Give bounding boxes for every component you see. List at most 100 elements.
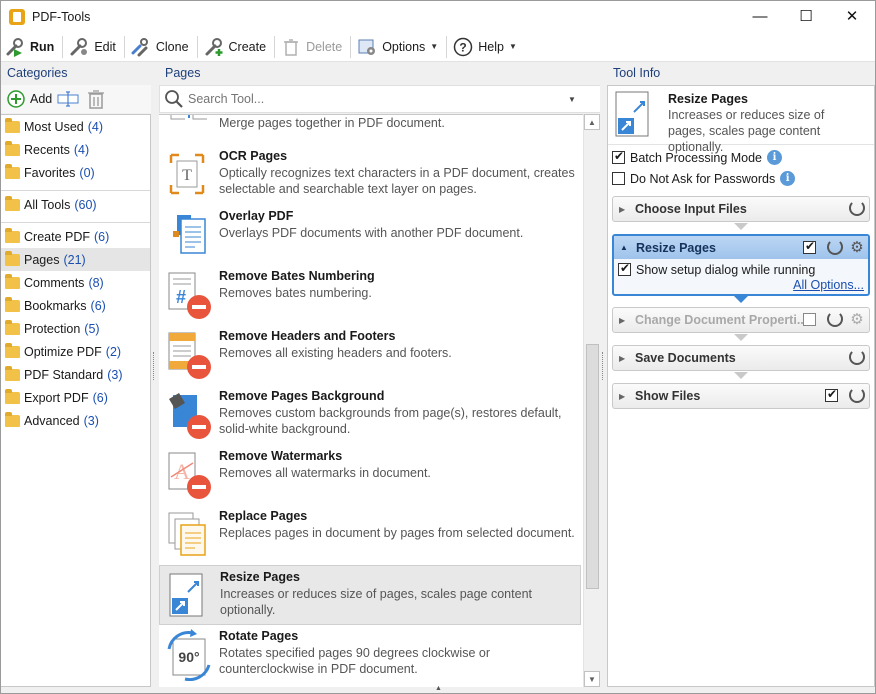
replace-pages-icon (163, 509, 215, 561)
expand-arrow-icon[interactable]: ▶ (619, 354, 629, 363)
category-pages[interactable]: Pages (21) (1, 248, 150, 271)
step-change-document-properties[interactable]: ▶ Change Document Properti... ⚙ (612, 307, 870, 333)
search-input[interactable] (188, 92, 568, 106)
category-count: (6) (90, 298, 106, 313)
rename-icon[interactable] (57, 90, 79, 108)
clone-button[interactable]: Clone (127, 34, 195, 60)
close-button[interactable]: ✕ (829, 1, 875, 31)
maximize-button[interactable]: ☐ (783, 1, 829, 31)
category-recents[interactable]: Recents (4) (1, 138, 150, 161)
add-category-button[interactable]: Add (7, 90, 52, 108)
edit-button[interactable]: Edit (65, 34, 122, 60)
list-item-resize-pages[interactable]: Resize Pages Increases or reduces size o… (159, 565, 581, 625)
step-connector (734, 223, 748, 230)
collapse-arrow-icon[interactable]: ▲ (620, 243, 630, 252)
scrollbar-thumb[interactable] (586, 344, 599, 589)
list-item-remove-watermarks[interactable]: A Remove Watermarks Removes all watermar… (159, 445, 581, 505)
right-splitter[interactable] (600, 62, 607, 687)
category-count: (0) (79, 165, 95, 180)
scroll-up-arrow-icon[interactable]: ▲ (584, 114, 600, 130)
step-save-documents[interactable]: ▶ Save Documents (612, 345, 870, 371)
tools-scrollbar[interactable]: ▲ ▼ (583, 114, 600, 687)
reset-icon[interactable] (827, 311, 843, 327)
step-show-files[interactable]: ▶ Show Files (612, 383, 870, 409)
category-protection[interactable]: Protection (5) (1, 317, 150, 340)
tool-description: Removes all existing headers and footers… (219, 346, 452, 360)
list-item-remove-bates[interactable]: # Remove Bates Numbering Removes bates n… (159, 265, 581, 325)
remove-bates-icon: # (163, 269, 215, 321)
create-button[interactable]: Create (200, 34, 273, 60)
list-item-remove-headers[interactable]: Remove Headers and Footers Removes all e… (159, 325, 581, 385)
category-export-pdf[interactable]: Export PDF (6) (1, 386, 150, 409)
list-item-rotate-pages[interactable]: 90° Rotate Pages Rotates specified pages… (159, 625, 581, 685)
no-password-option[interactable]: Do Not Ask for Passwords i (608, 168, 874, 189)
category-favorites[interactable]: Favorites (0) (1, 161, 150, 184)
rotate-pages-icon: 90° (163, 629, 215, 682)
chevron-up-icon[interactable]: ▲ (435, 685, 442, 692)
expand-arrow-icon[interactable]: ▶ (619, 205, 629, 214)
bottom-splitter[interactable]: ▲ (1, 685, 875, 693)
gear-icon[interactable]: ⚙ (849, 239, 865, 256)
tool-info-title: Resize Pages (668, 92, 748, 106)
step-resize-pages[interactable]: ▲ Resize Pages ⚙ Show setup dialog while… (612, 234, 870, 296)
show-setup-option[interactable]: Show setup dialog while running (614, 259, 868, 280)
list-item-remove-background[interactable]: Remove Pages Background Removes custom b… (159, 385, 581, 445)
reset-icon[interactable] (849, 200, 865, 216)
batch-processing-checkbox[interactable] (612, 149, 625, 164)
toolbar-divider (62, 35, 64, 58)
reset-icon[interactable] (849, 387, 865, 403)
remove-background-icon (163, 389, 215, 441)
list-item-replace-pages[interactable]: Replace Pages Replaces pages in document… (159, 505, 581, 565)
run-label: Run (30, 39, 55, 54)
gear-icon[interactable]: ⚙ (849, 311, 865, 328)
search-icon (165, 90, 183, 108)
info-icon[interactable]: i (767, 150, 783, 165)
expand-arrow-icon[interactable]: ▶ (619, 316, 629, 325)
category-most-used[interactable]: Most Used (4) (1, 115, 150, 138)
chevron-down-icon[interactable]: ▼ (568, 95, 576, 104)
svg-text:T: T (182, 167, 192, 184)
list-item-overlay-pdf[interactable]: Overlay PDF Overlays PDF documents with … (159, 205, 581, 265)
list-item-ocr-pages[interactable]: T OCR Pages Optically recognizes text ch… (159, 145, 581, 205)
options-button[interactable]: Options ▼ (353, 34, 444, 60)
step-choose-input-files[interactable]: ▶ Choose Input Files (612, 196, 870, 222)
reset-icon[interactable] (849, 349, 865, 365)
list-item-merge-partial[interactable]: Merge pages together in PDF document. (159, 115, 581, 130)
reset-icon[interactable] (827, 239, 843, 255)
category-count: (6) (94, 229, 110, 244)
category-count: (6) (92, 390, 108, 405)
info-icon[interactable]: i (780, 171, 796, 186)
step-connector (734, 296, 748, 303)
category-pdf-standard[interactable]: PDF Standard (3) (1, 363, 150, 386)
chevron-down-icon: ▼ (430, 42, 439, 51)
no-password-checkbox[interactable] (612, 172, 625, 185)
category-create-pdf[interactable]: Create PDF (6) (1, 225, 150, 248)
category-optimize-pdf[interactable]: Optimize PDF (2) (1, 340, 150, 363)
chevron-down-icon: ▼ (508, 42, 517, 51)
resize-pages-icon (612, 90, 664, 142)
left-splitter[interactable] (151, 62, 159, 687)
delete-button[interactable]: Delete (277, 34, 348, 60)
wrench-run-icon (5, 37, 25, 57)
run-button[interactable]: Run (1, 34, 60, 60)
remove-watermarks-icon: A (163, 449, 215, 501)
category-advanced[interactable]: Advanced (3) (1, 409, 150, 432)
expand-arrow-icon[interactable]: ▶ (619, 392, 629, 401)
category-comments[interactable]: Comments (8) (1, 271, 150, 294)
category-count: (4) (87, 119, 104, 134)
trash-icon[interactable] (87, 89, 105, 109)
category-bookmarks[interactable]: Bookmarks (6) (1, 294, 150, 317)
step-enabled-checkbox[interactable] (803, 312, 816, 326)
show-setup-checkbox[interactable] (618, 261, 631, 276)
scroll-down-arrow-icon[interactable]: ▼ (584, 671, 600, 687)
tool-search-box[interactable]: ▼ (159, 85, 601, 113)
category-count: (4) (73, 142, 90, 157)
category-all-tools[interactable]: All Tools (60) (1, 193, 150, 216)
step-enabled-checkbox[interactable] (803, 239, 816, 254)
all-options-link[interactable]: All Options... (793, 278, 864, 292)
step-enabled-checkbox[interactable] (825, 387, 838, 402)
help-button[interactable]: ? Help ▼ (449, 34, 523, 60)
splitter-grip (602, 352, 605, 380)
minimize-button[interactable]: — (737, 1, 783, 31)
app-logo-icon (9, 8, 25, 25)
